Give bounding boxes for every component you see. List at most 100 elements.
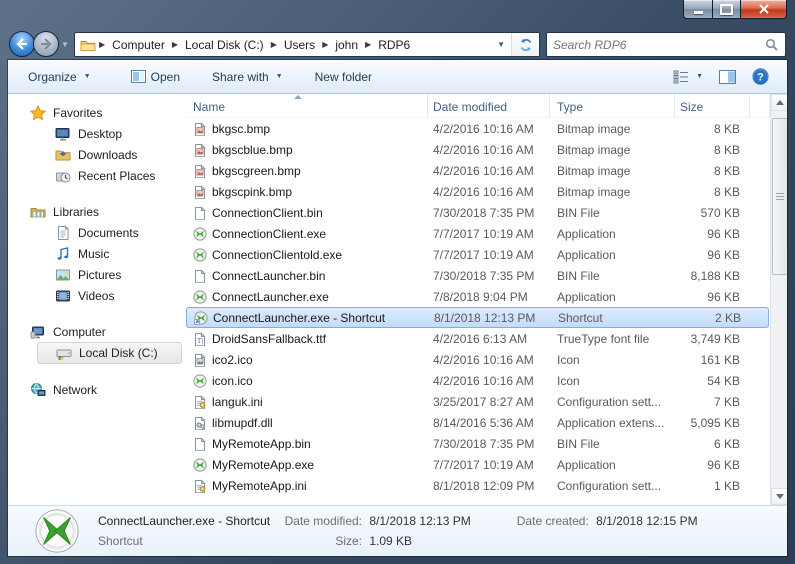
breadcrumb-separator-icon[interactable]: ▶ — [319, 40, 331, 49]
file-row[interactable]: bkgscpink.bmp4/2/2016 10:16 AMBitmap ima… — [186, 181, 770, 202]
breadcrumb-separator-icon[interactable]: ▶ — [169, 40, 181, 49]
size-value: 1.09 KB — [369, 534, 412, 548]
sidebar-item-network[interactable]: Network — [8, 379, 186, 400]
change-view-button[interactable]: ▼ — [665, 66, 711, 88]
file-row[interactable]: ConnectionClient.bin7/30/2018 7:35 PMBIN… — [186, 202, 770, 223]
file-name-cell: ConnectLauncher.exe - Shortcut — [187, 311, 429, 325]
back-button[interactable] — [9, 31, 35, 57]
file-row[interactable]: ico2.ico4/2/2016 10:16 AMIcon161 KB — [186, 349, 770, 370]
bin-file-icon — [193, 269, 207, 283]
preview-pane-icon — [719, 70, 736, 84]
file-name-cell: libmupdf.dll — [186, 416, 428, 430]
file-row[interactable]: bkgscblue.bmp4/2/2016 10:16 AMBitmap ima… — [186, 139, 770, 160]
breadcrumb-segment[interactable]: Local Disk (C:) — [181, 36, 268, 54]
breadcrumb-segment[interactable]: john — [331, 36, 362, 54]
file-date-modified: 8/1/2018 12:09 PM — [428, 479, 550, 493]
file-type: Application — [550, 458, 675, 472]
scroll-down-button[interactable] — [771, 488, 787, 505]
scroll-up-button[interactable] — [771, 94, 787, 111]
file-date-modified: 3/25/2017 8:27 AM — [428, 395, 550, 409]
sidebar-item-local-disk-c-[interactable]: Local Disk (C:) — [37, 342, 182, 364]
search-icon[interactable] — [765, 38, 779, 52]
address-bar[interactable]: ▶Computer▶Local Disk (C:)▶Users▶john▶RDP… — [74, 32, 540, 57]
sidebar-group: LibrariesDocumentsMusicPicturesVideos — [8, 201, 186, 306]
help-icon: ? — [752, 68, 769, 85]
vertical-scrollbar[interactable] — [770, 94, 787, 505]
file-name: bkgsc.bmp — [212, 122, 270, 136]
sidebar-item-downloads[interactable]: Downloads — [8, 144, 186, 165]
file-row[interactable]: ConnectLauncher.bin7/30/2018 7:35 PMBIN … — [186, 265, 770, 286]
file-name-cell: bkgscblue.bmp — [186, 143, 428, 157]
sidebar-item-music[interactable]: Music — [8, 243, 186, 264]
details-dates: Date modified: 8/1/2018 12:13 PM Size: 1… — [276, 514, 471, 548]
sidebar-item-label: Downloads — [78, 148, 137, 162]
sidebar-item-documents[interactable]: Documents — [8, 222, 186, 243]
file-row[interactable]: MyRemoteApp.ini8/1/2018 12:09 PMConfigur… — [186, 475, 770, 496]
sidebar-item-recent-places[interactable]: Recent Places — [8, 165, 186, 186]
file-row[interactable]: ConnectionClientold.exe7/7/2017 10:19 AM… — [186, 244, 770, 265]
exe-app-icon — [193, 458, 207, 472]
search-box[interactable] — [546, 32, 786, 57]
file-row[interactable]: bkgsc.bmp4/2/2016 10:16 AMBitmap image8 … — [186, 118, 770, 139]
sidebar-item-libraries[interactable]: Libraries — [8, 201, 186, 222]
preview-pane-button[interactable] — [711, 66, 744, 88]
address-folder-icon[interactable] — [80, 37, 96, 53]
exe-app-icon — [193, 290, 207, 304]
sidebar-item-computer[interactable]: Computer — [8, 321, 186, 342]
libraries-icon — [30, 204, 46, 220]
recent-pages-caret-icon[interactable]: ▼ — [61, 40, 69, 49]
file-row[interactable]: bkgscgreen.bmp4/2/2016 10:16 AMBitmap im… — [186, 160, 770, 181]
breadcrumb-separator-icon[interactable]: ▶ — [96, 40, 108, 49]
file-row[interactable]: MyRemoteApp.bin7/30/2018 7:35 PMBIN File… — [186, 433, 770, 454]
organize-button[interactable]: Organize ▼ — [20, 66, 99, 88]
main-area: FavoritesDesktop Downloads Recent Places Li… — [8, 94, 787, 505]
breadcrumb-segment[interactable]: RDP6 — [374, 36, 414, 54]
file-name: ConnectionClient.bin — [212, 206, 323, 220]
file-row[interactable]: ConnectLauncher.exe7/8/2018 9:04 PMAppli… — [186, 286, 770, 307]
column-header-name[interactable]: Name — [186, 94, 428, 117]
file-date-modified: 4/2/2016 10:16 AM — [428, 185, 550, 199]
file-row[interactable]: ConnectionClient.exe7/7/2017 10:19 AMApp… — [186, 223, 770, 244]
file-type: Bitmap image — [550, 122, 675, 136]
maximize-button[interactable] — [712, 0, 740, 19]
file-row[interactable]: icon.ico4/2/2016 10:16 AMIcon54 KB — [186, 370, 770, 391]
close-button[interactable] — [740, 0, 787, 19]
scrollbar-thumb[interactable] — [772, 118, 787, 275]
refresh-button[interactable] — [511, 33, 539, 56]
bin-file-icon — [193, 206, 207, 220]
file-row[interactable]: libmupdf.dll8/14/2016 5:36 AMApplication… — [186, 412, 770, 433]
svg-text:?: ? — [757, 71, 764, 83]
column-header-size[interactable]: Size — [675, 94, 750, 117]
file-type: Shortcut — [551, 311, 676, 325]
file-row[interactable]: TTDroidSansFallback.ttf4/2/2016 6:13 AMT… — [186, 328, 770, 349]
sidebar-item-desktop[interactable]: Desktop — [8, 123, 186, 144]
breadcrumb-segment[interactable]: Computer — [108, 36, 169, 54]
file-name-cell: ConnectionClientold.exe — [186, 248, 428, 262]
forward-button[interactable] — [33, 31, 59, 57]
search-input[interactable] — [547, 38, 765, 52]
column-header-date-modified[interactable]: Date modified — [428, 94, 550, 117]
column-header-filler — [750, 94, 770, 117]
address-dropdown-caret-icon[interactable]: ▼ — [491, 40, 511, 49]
new-folder-button[interactable]: New folder — [307, 66, 380, 88]
sidebar-item-favorites[interactable]: Favorites — [8, 102, 186, 123]
share-with-button[interactable]: Share with ▼ — [204, 66, 291, 88]
file-name-cell: MyRemoteApp.exe — [186, 458, 428, 472]
sidebar-item-pictures[interactable]: Pictures — [8, 264, 186, 285]
help-button[interactable]: ? — [744, 64, 777, 89]
breadcrumb-separator-icon[interactable]: ▶ — [268, 40, 280, 49]
file-row[interactable]: MyRemoteApp.exe7/7/2017 10:19 AMApplicat… — [186, 454, 770, 475]
sidebar-item-videos[interactable]: Videos — [8, 285, 186, 306]
column-header-row: NameDate modifiedTypeSize — [186, 94, 770, 118]
breadcrumb-segment[interactable]: Users — [280, 36, 319, 54]
file-row[interactable]: languk.ini3/25/2017 8:27 AMConfiguration… — [186, 391, 770, 412]
documents-icon — [55, 225, 71, 241]
file-row-selected[interactable]: ConnectLauncher.exe - Shortcut8/1/2018 1… — [186, 307, 769, 328]
minimize-button[interactable] — [683, 0, 712, 19]
bmp-file-icon — [193, 185, 207, 199]
file-name-cell: bkgscpink.bmp — [186, 185, 428, 199]
column-header-type[interactable]: Type — [550, 94, 675, 117]
file-type: Bitmap image — [550, 143, 675, 157]
breadcrumb-separator-icon[interactable]: ▶ — [362, 40, 374, 49]
open-button[interactable]: Open — [123, 66, 188, 88]
